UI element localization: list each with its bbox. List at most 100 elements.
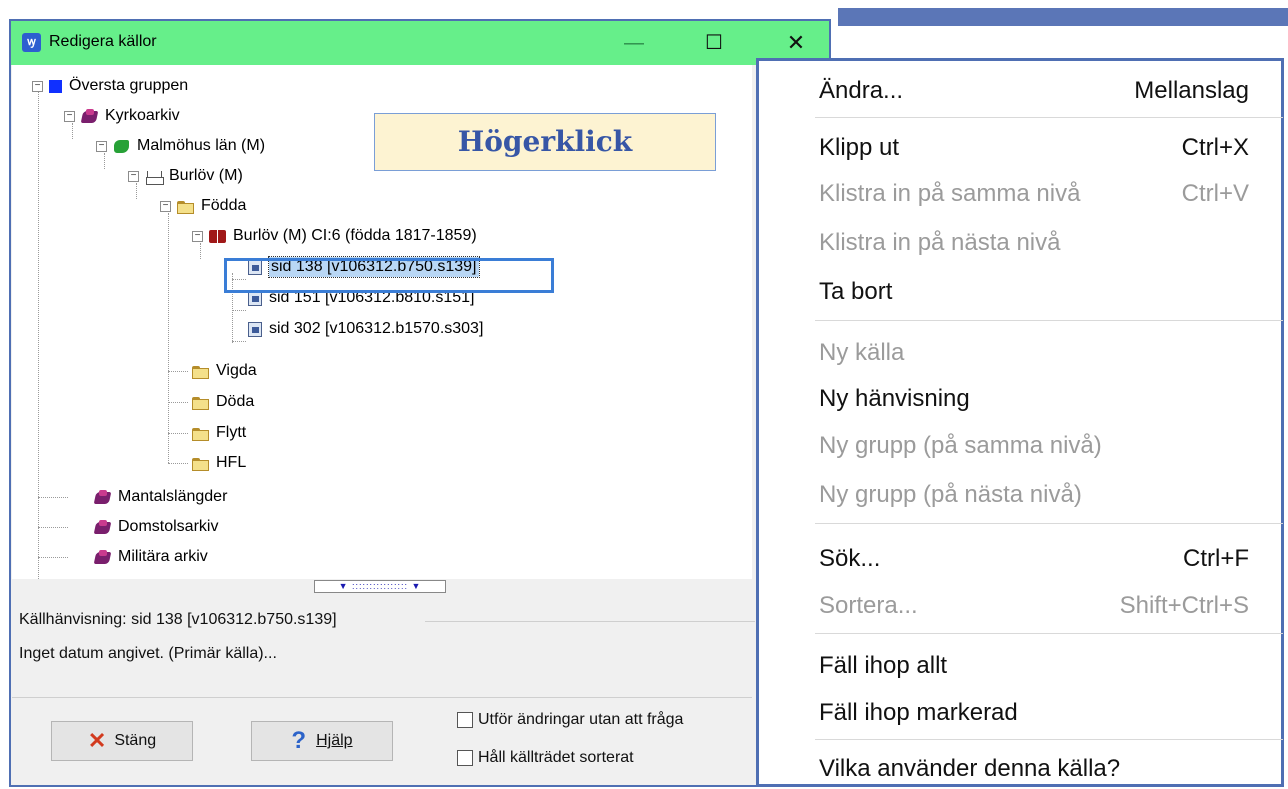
- menu-item-new-group-same[interactable]: Ny grupp (på samma nivå): [819, 426, 1249, 466]
- splitter-handle[interactable]: ▼ :::::::::::::::: ▼: [314, 580, 446, 593]
- close-window-button[interactable]: ✕: [773, 25, 819, 61]
- menu-separator: [815, 739, 1283, 740]
- divider: [425, 621, 755, 622]
- document-icon: [248, 321, 262, 337]
- folder-icon: [192, 395, 209, 410]
- menu-item-paste-next-level[interactable]: Klistra in på nästa nivå: [819, 223, 1249, 263]
- menu-item-edit[interactable]: Ändra... Mellanslag: [819, 71, 1249, 111]
- tree-node-label: Burlöv (M): [169, 167, 243, 184]
- tree-guide: [168, 433, 188, 434]
- collapse-icon[interactable]: −: [64, 110, 75, 122]
- close-button[interactable]: ✕ Stäng: [51, 721, 193, 761]
- tree-node-label: Kyrkoarkiv: [105, 107, 180, 124]
- tree-node-book[interactable]: − Burlöv (M) CI:6 (födda 1817-1859): [192, 223, 477, 249]
- menu-item-label: Klistra in på samma nivå: [819, 180, 1081, 207]
- archive-icon: [81, 108, 98, 124]
- tree-node-fodda[interactable]: − Födda: [160, 193, 246, 219]
- menu-item-delete[interactable]: Ta bort: [819, 272, 1249, 312]
- menu-item-new-reference[interactable]: Ny hänvisning: [819, 379, 1249, 419]
- tree-node-label: Födda: [201, 197, 247, 214]
- minimize-button[interactable]: —: [611, 25, 657, 61]
- collapse-icon[interactable]: −: [192, 230, 203, 242]
- collapse-icon[interactable]: −: [128, 170, 139, 182]
- book-icon: [209, 229, 226, 244]
- right-click-callout: Högerklick: [374, 113, 716, 171]
- source-tree[interactable]: − Översta gruppen − Kyrkoarkiv − Malmöhu…: [12, 65, 752, 593]
- tree-node-label: Burlöv (M) CI:6 (födda 1817-1859): [233, 227, 477, 244]
- menu-item-label: Ta bort: [819, 278, 893, 305]
- tree-node-label: Döda: [216, 393, 255, 410]
- no-confirm-checkbox[interactable]: Utför ändringar utan att fråga: [457, 711, 683, 729]
- menu-separator: [815, 523, 1283, 524]
- pane-splitter[interactable]: ▼ :::::::::::::::: ▼: [12, 579, 752, 593]
- menu-item-label: Vilka använder denna källa?: [819, 755, 1121, 782]
- close-button-label: Stäng: [114, 732, 157, 749]
- menu-item-collapse-selected[interactable]: Fäll ihop markerad: [819, 693, 1249, 733]
- menu-item-label: Ny hänvisning: [819, 385, 970, 412]
- tree-node-label: Malmöhus län (M): [137, 137, 266, 154]
- tree-node-burlov[interactable]: − Burlöv (M): [128, 163, 243, 189]
- checkbox-label: Utför ändringar utan att fråga: [478, 711, 684, 728]
- divider: [12, 697, 752, 698]
- menu-item-label: Klipp ut: [819, 134, 900, 161]
- collapse-icon[interactable]: −: [96, 140, 107, 152]
- tree-node-root[interactable]: − Översta gruppen: [32, 73, 188, 99]
- folder-icon: [192, 456, 209, 471]
- tree-guide: [38, 527, 68, 528]
- menu-item-label: Fäll ihop allt: [819, 652, 948, 679]
- menu-separator: [815, 320, 1283, 321]
- tree-guide: [168, 213, 169, 463]
- menu-item-new-source[interactable]: Ny källa: [819, 333, 1249, 373]
- tree-guide: [168, 463, 188, 464]
- menu-separator: [815, 117, 1283, 118]
- tree-node-mantalslangder[interactable]: Mantalslängder: [94, 484, 227, 510]
- parish-icon: [145, 169, 164, 185]
- menu-item-who-uses-source[interactable]: Vilka använder denna källa?: [819, 749, 1249, 789]
- menu-separator: [815, 633, 1283, 634]
- archive-icon: [94, 549, 111, 565]
- tree-node-label: Mantalslängder: [118, 488, 228, 505]
- checkbox-box[interactable]: [457, 750, 473, 766]
- menu-item-label: Sök...: [819, 545, 881, 572]
- collapse-icon[interactable]: −: [160, 200, 171, 212]
- edit-sources-window: ꝡ Redigera källor — ☐ ✕ − Översta gruppe…: [9, 19, 831, 787]
- menu-item-new-group-next[interactable]: Ny grupp (på nästa nivå): [819, 475, 1249, 515]
- tree-node-kyrkoarkiv[interactable]: − Kyrkoarkiv: [64, 103, 180, 129]
- checkbox-label: Håll källträdet sorterat: [478, 749, 634, 766]
- collapse-icon[interactable]: −: [32, 80, 43, 92]
- help-button[interactable]: ? Hjälp: [251, 721, 393, 761]
- checkbox-box[interactable]: [457, 712, 473, 728]
- tree-node-label: Översta gruppen: [69, 77, 189, 94]
- maximize-button[interactable]: ☐: [691, 25, 737, 61]
- menu-item-shortcut: Mellanslag: [1134, 77, 1249, 104]
- tree-node-page-302[interactable]: sid 302 [v106312.b1570.s303]: [248, 316, 483, 342]
- source-reference-label: Källhänvisning: sid 138 [v106312.b750.s1…: [19, 611, 337, 628]
- folder-icon: [192, 364, 209, 379]
- archive-icon: [94, 489, 111, 505]
- keep-sorted-checkbox[interactable]: Håll källträdet sorterat: [457, 749, 634, 767]
- tree-node-doda[interactable]: Döda: [192, 389, 254, 415]
- menu-item-label: Klistra in på nästa nivå: [819, 229, 1061, 256]
- menu-item-sort[interactable]: Sortera... Shift+Ctrl+S: [819, 586, 1249, 626]
- title-bar: ꝡ Redigera källor — ☐ ✕: [11, 21, 829, 65]
- menu-item-label: Sortera...: [819, 592, 918, 619]
- tree-guide: [38, 497, 68, 498]
- tree-node-vigda[interactable]: Vigda: [192, 358, 257, 384]
- tree-node-flytt[interactable]: Flytt: [192, 420, 246, 446]
- menu-item-cut[interactable]: Klipp ut Ctrl+X: [819, 128, 1249, 168]
- folder-icon: [192, 426, 209, 441]
- menu-item-search[interactable]: Sök... Ctrl+F: [819, 539, 1249, 579]
- menu-item-shortcut: Ctrl+V: [1181, 180, 1249, 207]
- tree-node-malmohus[interactable]: − Malmöhus län (M): [96, 133, 265, 159]
- tree-node-militara[interactable]: Militära arkiv: [94, 544, 208, 570]
- menu-item-paste-same-level[interactable]: Klistra in på samma nivå Ctrl+V: [819, 174, 1249, 214]
- tree-node-domstolsarkiv[interactable]: Domstolsarkiv: [94, 514, 218, 540]
- tree-guide: [38, 91, 39, 581]
- menu-item-label: Ny grupp (på nästa nivå): [819, 481, 1082, 508]
- tree-guide: [232, 341, 246, 342]
- tree-node-label: Militära arkiv: [118, 548, 208, 565]
- tree-node-label: Domstolsarkiv: [118, 518, 219, 535]
- tree-node-hfl[interactable]: HFL: [192, 450, 246, 476]
- menu-item-label: Ändra...: [819, 77, 904, 104]
- menu-item-collapse-all[interactable]: Fäll ihop allt: [819, 646, 1249, 686]
